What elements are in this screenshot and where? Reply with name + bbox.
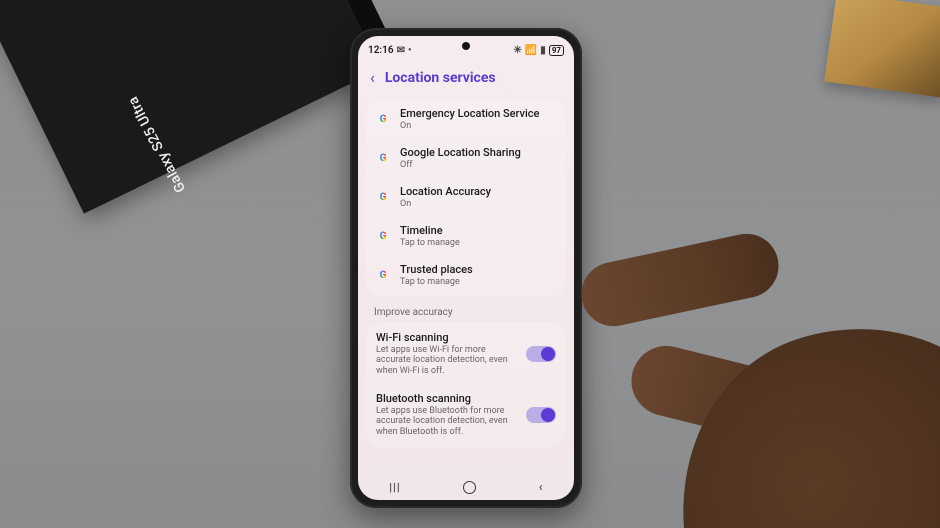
google-icon: G [376,229,390,243]
row-title: Emergency Location Service [400,108,556,121]
row-wifi-scanning[interactable]: Wi-Fi scanning Let apps use Wi-Fi for mo… [366,324,566,385]
google-services-panel: G Emergency Location Service On G Google… [366,98,566,297]
notification-dot-icon: • [408,45,412,56]
row-subtitle: On [400,199,556,209]
google-icon: G [376,151,390,165]
row-trusted-places[interactable]: G Trusted places Tap to manage [366,256,566,295]
android-nav-bar: ||| ‹ [358,476,574,498]
nav-home-button[interactable] [463,481,476,494]
google-icon: G [376,112,390,126]
bluetooth-scanning-toggle[interactable] [526,407,556,423]
row-emergency-location-service[interactable]: G Emergency Location Service On [366,100,566,139]
row-subtitle: Off [400,160,556,170]
toggle-knob [541,408,555,422]
row-location-accuracy[interactable]: G Location Accuracy On [366,178,566,217]
row-title: Trusted places [400,264,556,277]
row-subtitle: On [400,121,556,131]
row-bluetooth-scanning[interactable]: Bluetooth scanning Let apps use Bluetoot… [366,385,566,446]
scene-desk: Galaxy S25 Ultra 12:16 ✉ • ✳ 📶 ▮ 97 [0,0,940,528]
row-subtitle: Let apps use Bluetooth for more accurate… [376,406,516,438]
product-box [0,0,381,214]
status-time: 12:16 [368,45,394,56]
google-icon: G [376,268,390,282]
row-title: Bluetooth scanning [376,393,516,406]
battery-text: 97 [552,46,561,55]
improve-accuracy-panel: Wi-Fi scanning Let apps use Wi-Fi for mo… [366,322,566,448]
row-google-location-sharing[interactable]: G Google Location Sharing Off [366,139,566,178]
nav-recent-button[interactable]: ||| [389,481,400,494]
row-timeline[interactable]: G Timeline Tap to manage [366,217,566,256]
hand-index-finger [576,228,785,332]
wifi-icon: 📶 [525,45,537,56]
signal-icon: ▮ [540,45,546,56]
row-title: Google Location Sharing [400,147,556,160]
back-button[interactable]: ‹ [370,70,375,86]
section-heading-improve-accuracy: Improve accuracy [358,297,574,322]
google-icon: G [376,190,390,204]
hand-palm [633,281,940,528]
row-subtitle: Tap to manage [400,277,556,287]
phone-frame: 12:16 ✉ • ✳ 📶 ▮ 97 ‹ Location services [350,28,582,508]
wooden-object [824,0,940,98]
vibrate-icon: ✳ [513,45,521,56]
toggle-knob [541,347,555,361]
row-subtitle: Let apps use Wi-Fi for more accurate loc… [376,345,516,377]
message-icon: ✉ [397,45,405,56]
page-header: ‹ Location services [358,60,574,98]
nav-back-button[interactable]: ‹ [539,480,543,495]
front-camera-hole [462,42,470,50]
row-title: Timeline [400,225,556,238]
hand [520,208,940,528]
row-subtitle: Tap to manage [400,238,556,248]
phone-screen: 12:16 ✉ • ✳ 📶 ▮ 97 ‹ Location services [358,36,574,500]
page-title: Location services [385,70,496,86]
row-title: Location Accuracy [400,186,556,199]
hand-thumb [624,338,806,447]
row-title: Wi-Fi scanning [376,332,516,345]
wifi-scanning-toggle[interactable] [526,346,556,362]
battery-indicator: 97 [549,45,564,56]
